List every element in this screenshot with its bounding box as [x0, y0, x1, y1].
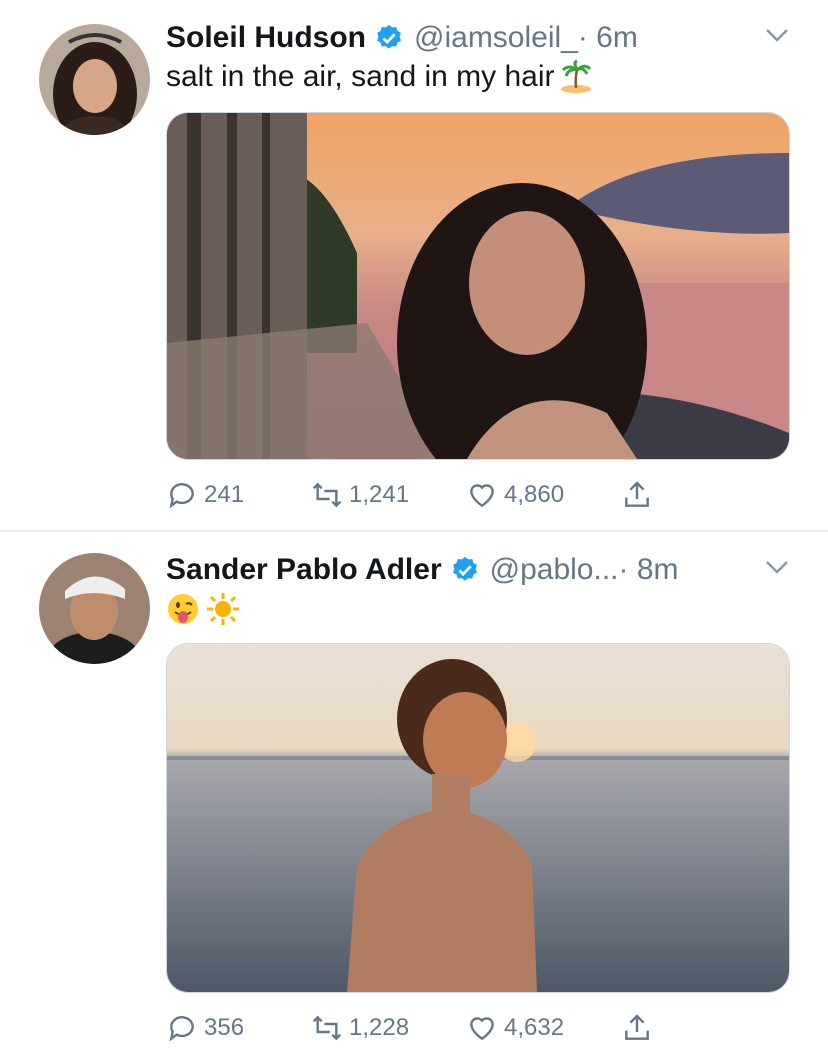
timestamp[interactable]: · 6m	[578, 21, 638, 55]
user-handle[interactable]: @pablo...	[490, 553, 619, 587]
retweet-icon	[312, 482, 342, 508]
retweet-count: 1,241	[349, 481, 410, 508]
tweet-photo[interactable]	[166, 643, 790, 993]
tweet-text: salt in the air, sand in my hair	[166, 60, 593, 94]
sun-emoji-icon	[206, 592, 240, 626]
tweet-actions: 356 1,228 4,632	[166, 1008, 653, 1048]
share-button[interactable]	[621, 479, 653, 511]
tweet-actions: 241 1,241 4,860	[166, 475, 653, 515]
share-icon	[625, 481, 649, 507]
retweet-count: 1,228	[349, 1014, 410, 1041]
timestamp[interactable]: · 8m	[619, 553, 679, 587]
tongue-face-emoji-icon	[166, 592, 200, 626]
tweet-text	[166, 592, 240, 626]
tweet[interactable]: Sander Pablo Adler @pablo... · 8m 356 1,…	[0, 532, 828, 1061]
retweet-button[interactable]: 1,241	[311, 479, 466, 511]
share-button[interactable]	[621, 1012, 653, 1044]
tweet-photo[interactable]	[166, 112, 790, 460]
chevron-down-icon[interactable]	[764, 558, 790, 576]
like-count: 4,860	[504, 481, 565, 508]
reply-button[interactable]: 241	[166, 479, 311, 511]
like-count: 4,632	[504, 1014, 565, 1041]
reply-count: 356	[204, 1014, 245, 1041]
reply-icon	[169, 483, 194, 509]
share-icon	[625, 1014, 649, 1040]
palm-island-emoji-icon	[559, 60, 593, 94]
heart-icon	[470, 1017, 494, 1041]
verified-badge-icon	[374, 23, 404, 53]
verified-badge-icon	[450, 555, 480, 585]
display-name[interactable]: Sander Pablo Adler	[166, 553, 442, 587]
avatar[interactable]	[39, 553, 150, 664]
like-button[interactable]: 4,860	[466, 479, 621, 511]
retweet-icon	[312, 1015, 342, 1041]
reply-button[interactable]: 356	[166, 1012, 311, 1044]
tweet-header: Sander Pablo Adler @pablo... · 8m	[166, 550, 679, 590]
heart-icon	[470, 484, 494, 508]
avatar[interactable]	[39, 24, 150, 135]
like-button[interactable]: 4,632	[466, 1012, 621, 1044]
reply-icon	[169, 1016, 194, 1042]
tweet-body: salt in the air, sand in my hair	[166, 60, 555, 93]
display-name[interactable]: Soleil Hudson	[166, 21, 366, 55]
chevron-down-icon[interactable]	[764, 26, 790, 44]
reply-count: 241	[204, 481, 245, 508]
tweet-header: Soleil Hudson @iamsoleil_ · 6m	[166, 18, 638, 58]
user-handle[interactable]: @iamsoleil_	[414, 21, 578, 55]
retweet-button[interactable]: 1,228	[311, 1012, 466, 1044]
tweet[interactable]: Soleil Hudson @iamsoleil_ · 6m salt in t…	[0, 0, 828, 530]
